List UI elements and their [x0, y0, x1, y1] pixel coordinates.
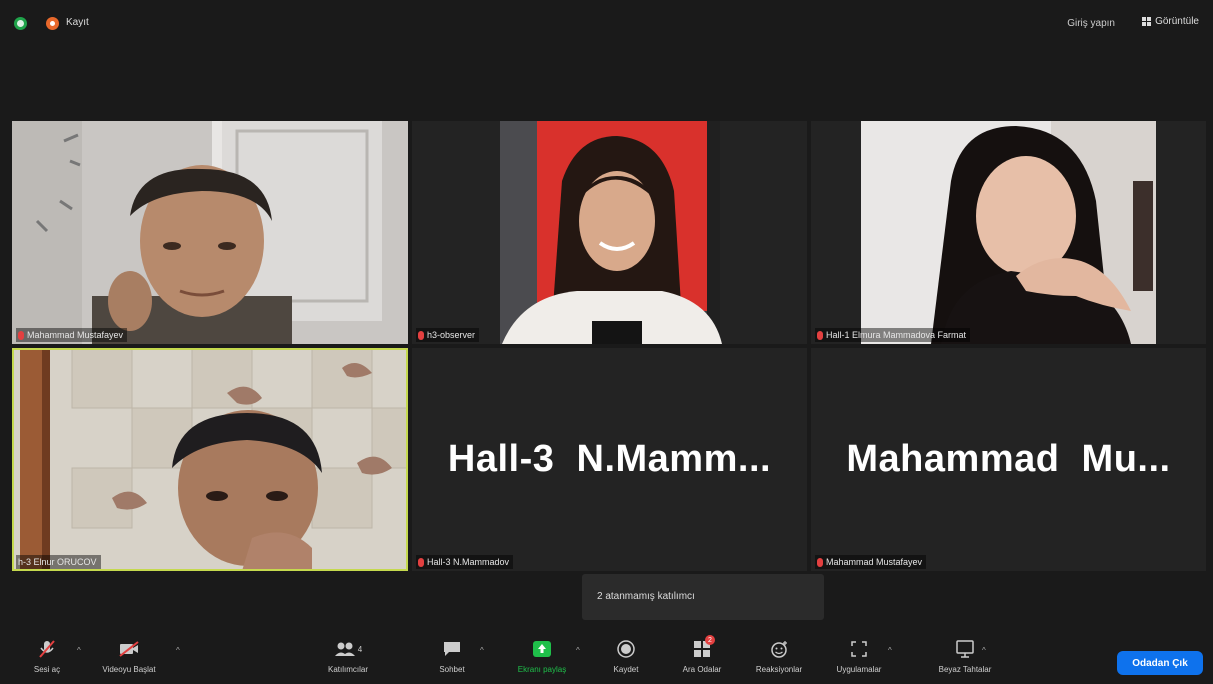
participant-name: Mahammad Mustafayev: [826, 557, 923, 567]
apps-icon: [826, 640, 892, 658]
participant-name-label: h3-observer: [416, 328, 480, 342]
share-options-caret-icon[interactable]: ^: [576, 646, 580, 655]
muted-mic-icon: [18, 330, 24, 340]
record-icon: [604, 640, 648, 658]
chat-options-caret-icon[interactable]: ^: [480, 646, 484, 655]
participants-button[interactable]: 4 Katılımcılar: [316, 632, 380, 674]
start-video-label: Videoyu Başlat: [102, 665, 156, 674]
record-label: Kaydet: [613, 665, 639, 674]
muted-mic-icon: [418, 557, 424, 567]
video-tile[interactable]: Hall-1 Elmura Mammadova Farmat: [811, 121, 1206, 344]
muted-mic-icon: [418, 330, 424, 340]
video-tile[interactable]: h3-observer: [412, 121, 807, 344]
security-shield-icon[interactable]: [14, 17, 27, 30]
tooltip-text: 2 atanmamış katılımcı: [597, 591, 695, 602]
unmute-button[interactable]: Sesi aç: [22, 632, 72, 674]
top-bar: Kayıt Giriş yapın Görüntüle: [0, 0, 1213, 44]
signin-link[interactable]: Giriş yapın: [1067, 18, 1115, 29]
share-screen-button[interactable]: Ekranı paylaş: [506, 632, 578, 674]
participant-name-label: Mahammad Mustafayev: [16, 328, 128, 342]
participant-display-name: Mahammad Mu...: [846, 438, 1171, 480]
apps-label: Uygulamalar: [836, 665, 882, 674]
breakout-rooms-button[interactable]: 2 Ara Odalar: [672, 632, 732, 674]
muted-mic-icon: [817, 557, 823, 567]
chat-button[interactable]: Sohbet: [430, 632, 474, 674]
video-tile[interactable]: Mahammad Mu... Mahammad Mustafayev: [811, 348, 1206, 571]
breakout-badge: 2: [705, 635, 715, 645]
breakout-rooms-icon: 2: [672, 635, 732, 658]
participant-video: [811, 121, 1206, 344]
muted-mic-icon: [817, 330, 823, 340]
muted-microphone-icon: [22, 640, 72, 658]
whiteboards-button[interactable]: Beyaz Tahtalar: [932, 632, 998, 674]
participant-name: Hall-1 Elmura Mammadova Farmat: [826, 330, 967, 340]
unassigned-participants-tooltip: 2 atanmamış katılımcı: [582, 574, 824, 620]
reactions-icon: [746, 640, 812, 658]
recording-label: Kayıt: [66, 17, 89, 28]
whiteboard-options-caret-icon[interactable]: ^: [982, 646, 986, 655]
start-video-button[interactable]: Videoyu Başlat: [96, 632, 162, 674]
breakout-rooms-label: Ara Odalar: [682, 665, 722, 674]
participants-label: Katılımcılar: [327, 665, 368, 674]
video-options-caret-icon[interactable]: ^: [176, 646, 180, 655]
participants-count: 4: [357, 644, 363, 654]
record-button[interactable]: Kaydet: [604, 632, 648, 674]
participant-name-label: h-3 Elnur ORUCOV: [16, 555, 101, 569]
apps-options-caret-icon[interactable]: ^: [888, 646, 892, 655]
video-tile-active-speaker[interactable]: h-3 Elnur ORUCOV: [12, 348, 408, 571]
participant-name-label: Hall-3 N.Mammadov: [416, 555, 514, 569]
video-tile[interactable]: Mahammad Mustafayev: [12, 121, 408, 344]
share-screen-label: Ekranı paylaş: [517, 665, 567, 674]
unmute-label: Sesi aç: [33, 665, 61, 674]
view-label: Görüntüle: [1155, 16, 1199, 27]
participant-name: h3-observer: [427, 330, 476, 340]
video-tile[interactable]: Hall-3 N.Mamm... Hall-3 N.Mammadov: [412, 348, 807, 571]
share-screen-icon: [506, 640, 578, 658]
chat-label: Sohbet: [439, 665, 465, 674]
participant-video: [12, 121, 408, 344]
participant-name: Hall-3 N.Mammadov: [427, 557, 510, 567]
view-button[interactable]: Görüntüle: [1142, 16, 1199, 27]
participant-video: [412, 121, 807, 344]
participants-icon: 4: [316, 640, 380, 658]
chat-icon: [430, 640, 474, 658]
leave-meeting-button[interactable]: Odadan Çık: [1117, 651, 1203, 675]
whiteboards-label: Beyaz Tahtalar: [938, 665, 992, 674]
reactions-button[interactable]: Reaksiyonlar: [746, 632, 812, 674]
participant-name: Mahammad Mustafayev: [27, 330, 124, 340]
grid-view-icon: [1142, 17, 1152, 26]
recording-icon: [46, 17, 59, 30]
meeting-toolbar: Sesi aç ^ Videoyu Başlat ^ 4 Katılımcıla…: [0, 632, 1213, 684]
participant-name-label: Mahammad Mustafayev: [815, 555, 927, 569]
reactions-label: Reaksiyonlar: [755, 665, 803, 674]
whiteboard-icon: [932, 640, 998, 658]
audio-options-caret-icon[interactable]: ^: [77, 646, 81, 655]
video-off-icon: [96, 640, 162, 658]
participant-name: h-3 Elnur ORUCOV: [18, 557, 97, 567]
participant-name-label: Hall-1 Elmura Mammadova Farmat: [815, 328, 971, 342]
participant-display-name: Hall-3 N.Mamm...: [447, 438, 772, 480]
participant-video: [12, 348, 408, 571]
apps-button[interactable]: Uygulamalar: [826, 632, 892, 674]
